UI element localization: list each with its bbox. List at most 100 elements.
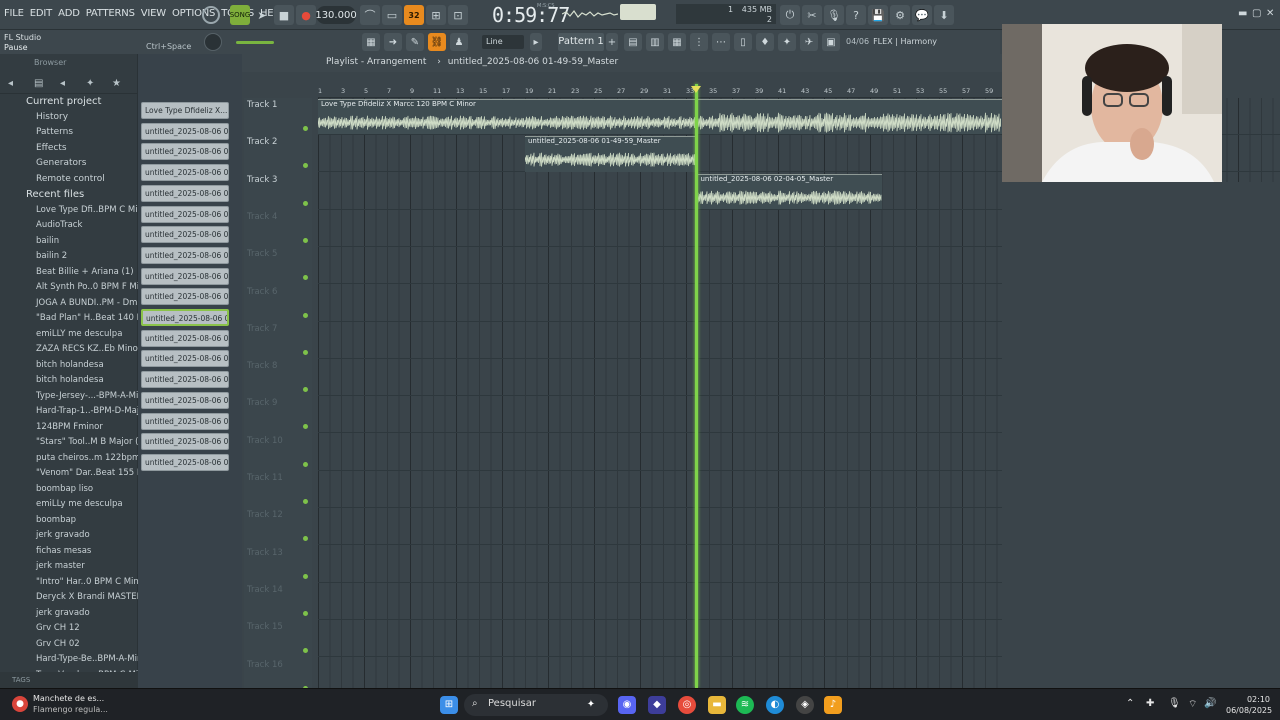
track-mute-led[interactable] <box>303 275 308 281</box>
recent-file-item[interactable]: puta cheiros..m 122bpm (1) <box>0 453 138 469</box>
midi-icon[interactable]: ✈ <box>800 33 818 51</box>
fl-studio-taskbar-icon[interactable]: ♪ <box>824 696 842 714</box>
wait-input-icon[interactable]: ▭ <box>382 5 402 25</box>
picker-clip[interactable]: untitled_2025-08-06 01-... <box>141 226 229 244</box>
playhead[interactable] <box>695 84 699 688</box>
chat-icon[interactable]: 💬 <box>912 5 932 25</box>
track-mute-led[interactable] <box>303 499 308 504</box>
menu-add[interactable]: ADD <box>58 8 80 19</box>
audio-clip[interactable]: untitled_2025-08-06 01-49-59_Master <box>525 136 698 172</box>
picker-clip[interactable]: untitled_2025-08-06 01-... <box>141 122 229 140</box>
track-name[interactable]: Track 12 <box>247 510 283 520</box>
recent-file-item[interactable]: Grv CH 02 <box>0 639 138 655</box>
audio-settings-icon[interactable]: ▣ <box>822 33 840 51</box>
tags-bar[interactable]: TAGS <box>0 672 138 688</box>
recent-file-item[interactable]: Deryck X Brandi MASTER (1) <box>0 592 138 608</box>
current-project-folder[interactable]: Current project <box>0 96 138 112</box>
microphone-icon[interactable]: 🎙 <box>824 5 844 25</box>
chrome-icon[interactable]: ◎ <box>678 696 696 714</box>
patterns-item[interactable]: Patterns <box>0 127 138 143</box>
link-icon[interactable]: ⛓ <box>428 33 446 51</box>
tempo-tapper-icon[interactable]: ✦ <box>778 33 796 51</box>
recent-file-item[interactable]: Hard-Trap-1..-BPM-D-Major <box>0 406 138 422</box>
track-mute-led[interactable] <box>303 200 308 206</box>
picker-clip[interactable]: untitled_2025-08-06 01-... <box>141 164 229 182</box>
recent-file-item[interactable]: Love Type Dfi..BPM C Minor <box>0 205 138 221</box>
recent-file-item[interactable]: bailin 2 <box>0 251 138 267</box>
track-name[interactable]: Track 14 <box>247 585 283 595</box>
microphone-tray-icon[interactable]: 🎙 <box>1168 698 1181 709</box>
volume-icon[interactable]: 🔊 <box>1204 698 1216 709</box>
pattern-selector[interactable]: Pattern 1 <box>558 33 604 51</box>
track-name[interactable]: Track 4 <box>247 212 277 222</box>
recent-file-item[interactable]: jerk gravado <box>0 530 138 546</box>
recent-file-item[interactable]: Type-Jersey-...-BPM-A-Minor <box>0 391 138 407</box>
metronome-icon[interactable]: ⌒ <box>360 5 380 25</box>
picker-clip[interactable]: untitled_2025-08-06 02-... <box>141 350 229 368</box>
track-mute-led[interactable] <box>303 610 308 616</box>
picker-clip[interactable]: untitled_2025-08-06 01-... <box>141 267 229 285</box>
tempo-display[interactable]: 130.000 <box>315 6 357 24</box>
song-time-display[interactable]: 0:59:77 <box>492 3 570 27</box>
track-name[interactable]: Track 13 <box>247 548 283 558</box>
edge-icon[interactable]: ◐ <box>766 696 784 714</box>
recent-file-item[interactable]: ZAZA RECS KZ..Eb Minor (1) <box>0 344 138 360</box>
picker-clip[interactable]: untitled_2025-08-06 02-... <box>141 412 229 430</box>
touch-keyboard-icon[interactable]: ♦ <box>756 33 774 51</box>
playhead-marker-icon[interactable] <box>691 86 702 93</box>
playlist-icon[interactable]: ▤ <box>624 33 642 51</box>
mixer-icon[interactable]: ✂ <box>802 5 822 25</box>
pattern-prev-icon[interactable]: ▸ <box>530 33 542 51</box>
piano-roll-icon[interactable]: ▦ <box>362 33 380 51</box>
picker-clip[interactable]: untitled_2025-08-06 01-... <box>141 288 229 306</box>
stop-button[interactable]: ■ <box>274 5 294 25</box>
recent-file-item[interactable]: AudioTrack <box>0 220 138 236</box>
recent-file-item[interactable]: emiLLY me desculpa <box>0 329 138 345</box>
recent-file-item[interactable]: "Venom" Dar..Beat 155 BPM <box>0 468 138 484</box>
pencil-icon[interactable]: ✎ <box>406 33 424 51</box>
track-mute-led[interactable] <box>303 163 308 169</box>
recent-file-item[interactable]: bailin <box>0 236 138 252</box>
picker-clip[interactable]: untitled_2025-08-06 02-... <box>141 371 229 389</box>
harmony-preset[interactable]: 04/06 FLEX | Harmony <box>846 37 937 46</box>
browser-favorites-icon[interactable]: ★ <box>112 78 121 89</box>
picker-clip[interactable]: untitled_2025-08-06 01-... <box>141 309 229 326</box>
recent-files-folder[interactable]: Recent files <box>0 189 138 205</box>
recent-file-item[interactable]: bitch holandesa <box>0 360 138 376</box>
recent-file-item[interactable]: Grv CH 12 <box>0 623 138 639</box>
effects-item[interactable]: Effects <box>0 143 138 159</box>
audio-clip[interactable]: Love Type Dfideliz X Marcc 120 BPM C Min… <box>318 99 1002 135</box>
picker-clip[interactable]: untitled_2025-08-06 01-... <box>141 184 229 202</box>
track-mute-led[interactable] <box>303 349 308 355</box>
loop-record-icon[interactable]: ⊡ <box>448 5 468 25</box>
history-item[interactable]: History <box>0 112 138 128</box>
recent-file-item[interactable]: bitch holandesa <box>0 375 138 391</box>
recent-file-item[interactable]: "Stars" Tool..M B Major (1) <box>0 437 138 453</box>
tray-app-icon[interactable]: ✚ <box>1146 698 1154 709</box>
track-mute-led[interactable] <box>303 126 308 131</box>
track-name[interactable]: Track 6 <box>247 287 277 297</box>
help-icon[interactable]: ? <box>846 5 866 25</box>
windows-start-icon[interactable]: ⊞ <box>440 696 458 714</box>
browser-back-icon[interactable]: ◂ <box>8 78 13 89</box>
generators-item[interactable]: Generators <box>0 158 138 174</box>
project-info-icon[interactable]: ▯ <box>734 33 752 51</box>
track-mute-led[interactable] <box>303 424 308 430</box>
track-name[interactable]: Track 10 <box>247 436 283 446</box>
track-mute-led[interactable] <box>303 536 308 542</box>
track-name[interactable]: Track 5 <box>247 249 277 259</box>
master-pitch-slider[interactable] <box>236 41 274 44</box>
minimize-icon[interactable]: ▬ <box>1238 8 1247 19</box>
menu-view[interactable]: VIEW <box>141 8 166 19</box>
timeline-ruler[interactable]: 1 3 5 7 9 11 13 15 17 19 21 23 25 27 29 31 33 35 37 39 41 43 4… <box>318 84 1002 98</box>
download-icon[interactable]: ⬇ <box>934 5 954 25</box>
master-volume-knob[interactable] <box>204 33 222 51</box>
step-edit-button[interactable]: 32 <box>404 5 424 25</box>
track-mute-led[interactable] <box>303 461 308 467</box>
record-button[interactable]: ● <box>296 5 316 25</box>
picker-clip[interactable]: untitled_2025-08-06 01-... <box>141 246 229 264</box>
picker-clip[interactable]: untitled_2025-08-06 01-... <box>141 329 229 347</box>
recent-file-item[interactable]: "Bad Plan" H..Beat 140 BPM <box>0 313 138 329</box>
steam-icon[interactable]: ◈ <box>796 696 814 714</box>
news-widget[interactable]: ● Manchete de es... Flamengo regula... <box>12 694 132 716</box>
